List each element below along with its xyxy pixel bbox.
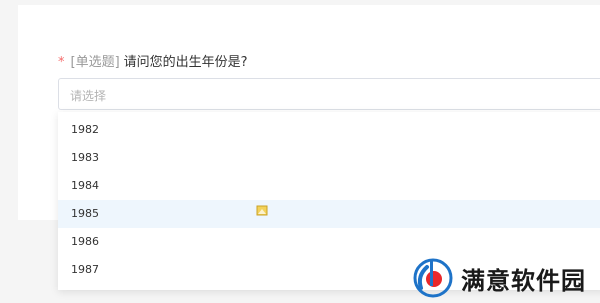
question-text: 请问您的出生年份是? [123, 55, 248, 70]
required-mark: * [58, 55, 65, 70]
question-title: * [单选题] 请问您的出生年份是? [58, 51, 248, 70]
option-1985[interactable]: 1985 [58, 200, 600, 228]
option-1986[interactable]: 1986 [58, 228, 600, 256]
cursor-icon [256, 205, 268, 216]
option-1983[interactable]: 1983 [58, 144, 600, 172]
brand-logo-icon [413, 258, 453, 298]
watermark-text: 满意软件园 [461, 266, 586, 295]
option-1982[interactable]: 1982 [58, 116, 600, 144]
select-placeholder: 请选择 [70, 89, 107, 103]
year-select[interactable]: 请选择 [58, 78, 600, 110]
option-1984[interactable]: 1984 [58, 172, 600, 200]
watermark-logo: 满意软件园 [413, 258, 586, 298]
question-type-label: [单选题] [70, 55, 120, 70]
